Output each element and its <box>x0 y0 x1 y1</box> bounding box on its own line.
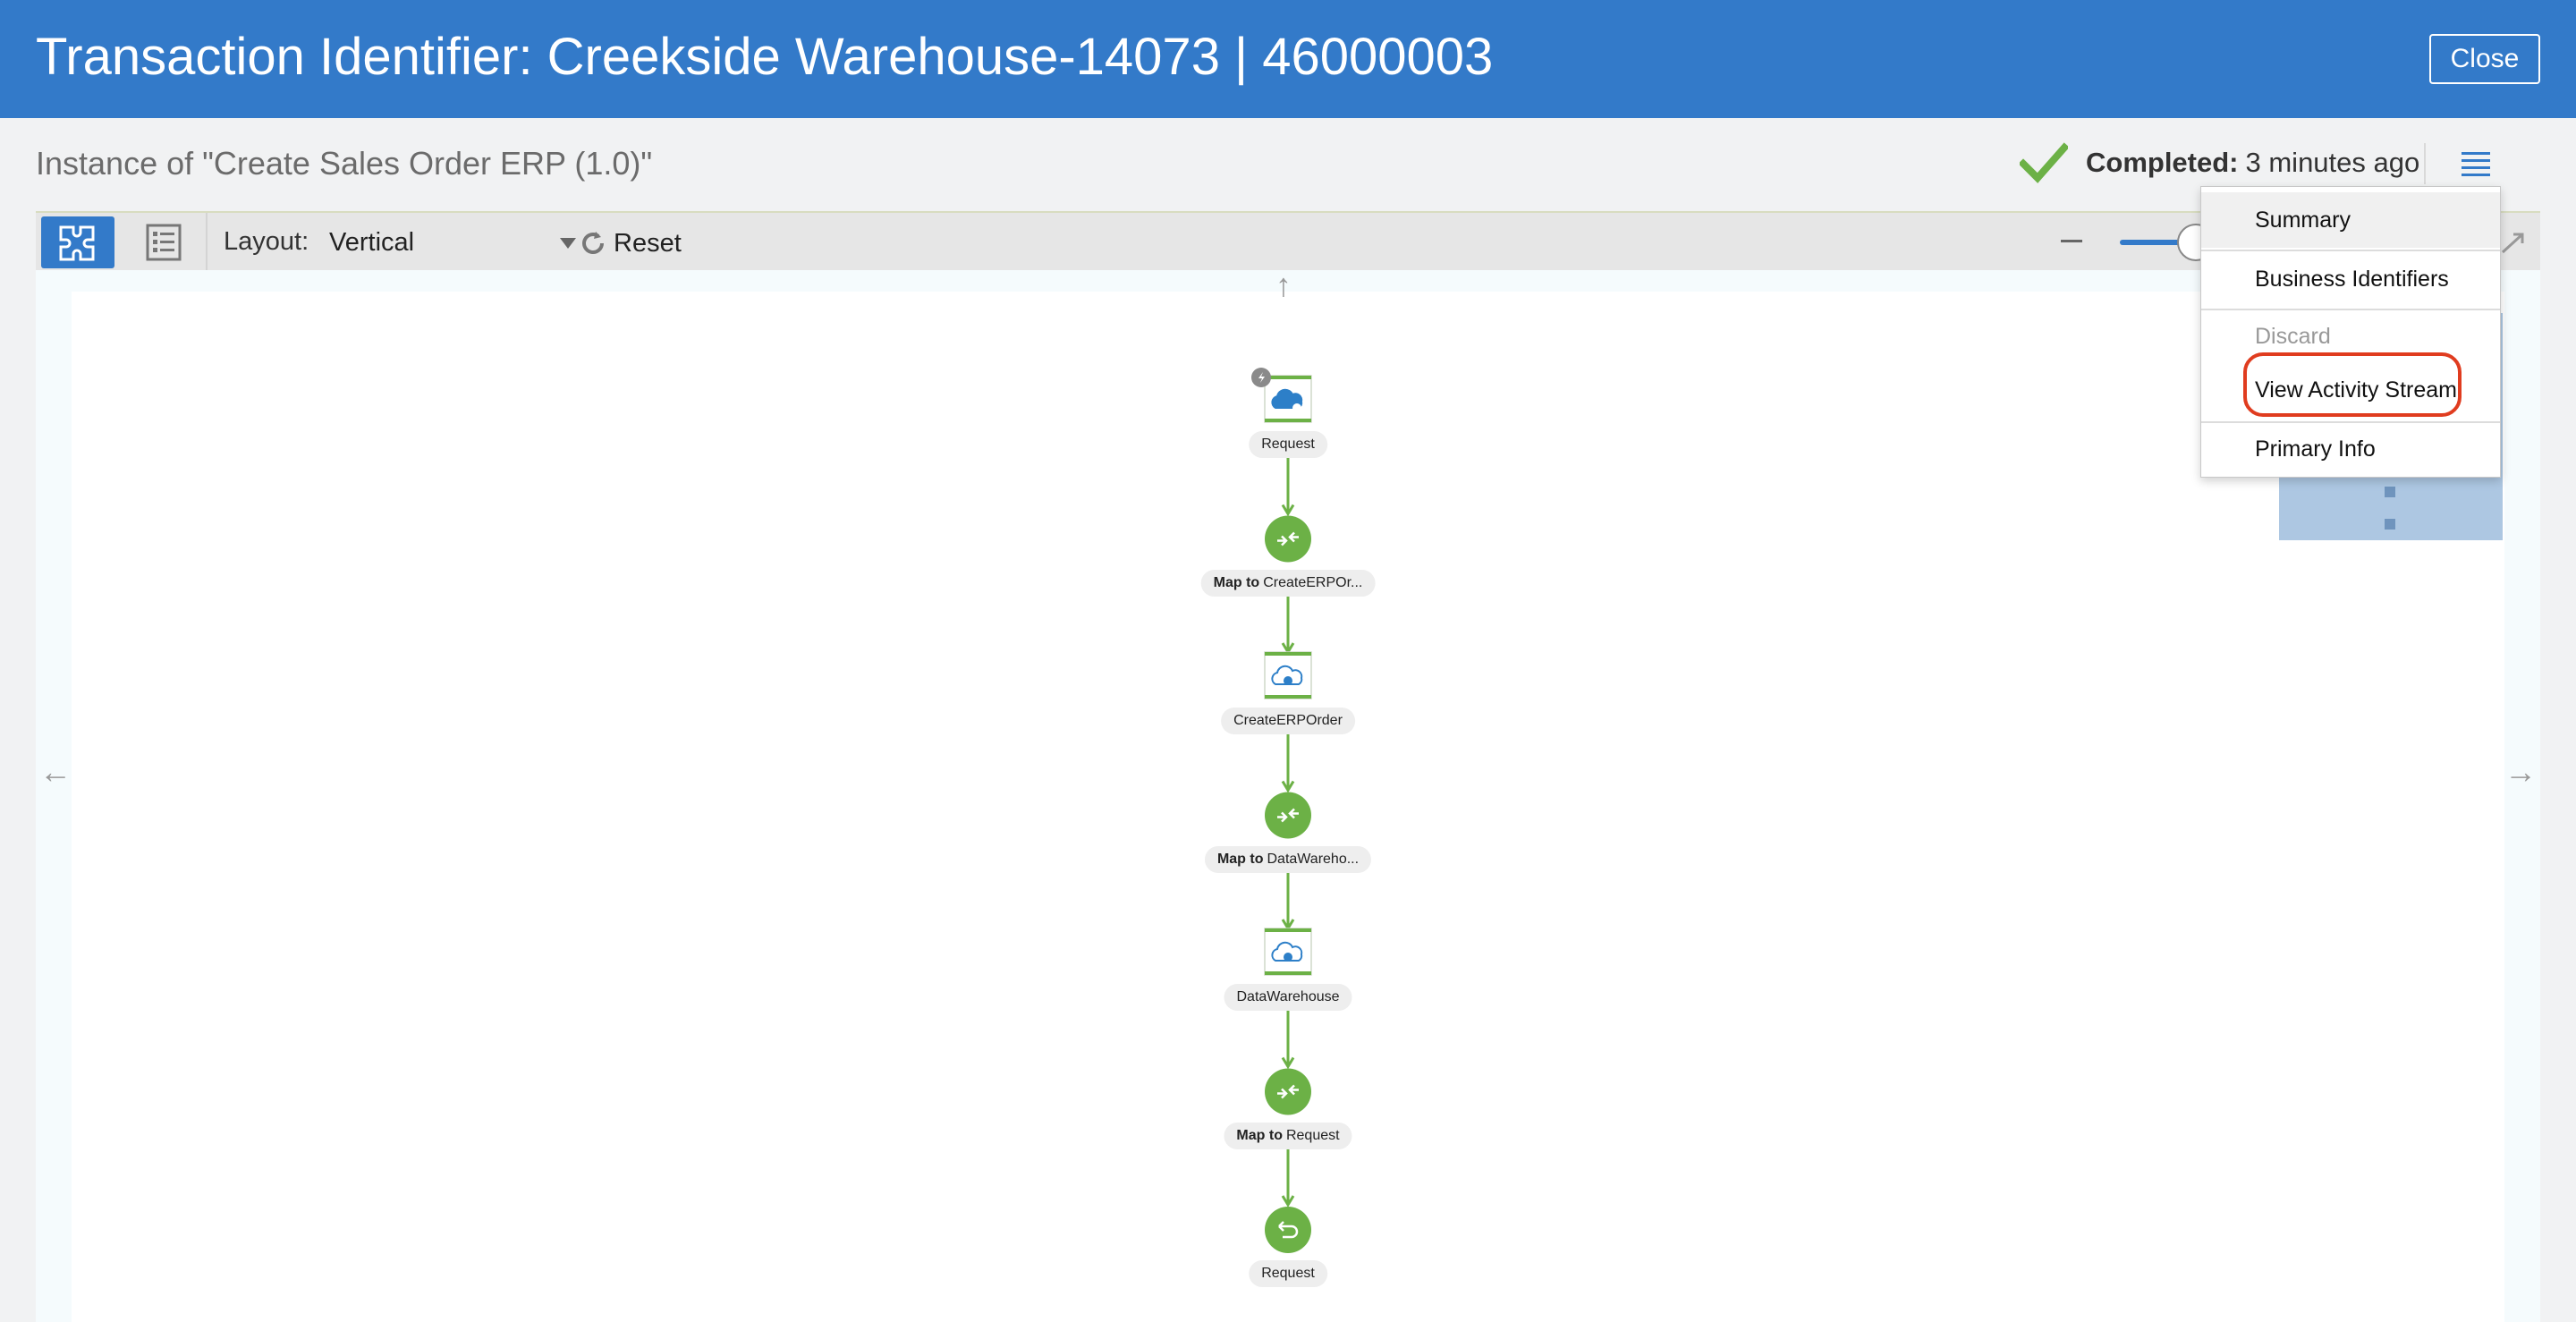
node-label-text: DataWarehouse <box>1236 989 1340 1004</box>
node-top-bar <box>1265 652 1311 656</box>
node-label-text: CreateERPOrder <box>1233 713 1343 728</box>
completion-status: Completed: 3 minutes ago <box>2020 138 2419 188</box>
zoom-out-icon[interactable] <box>2061 240 2082 242</box>
reset-label: Reset <box>614 228 682 258</box>
node-label[interactable]: Map to CreateERPOr... <box>1200 569 1376 597</box>
node-label[interactable]: Map to Request <box>1224 1122 1352 1149</box>
layout-dropdown[interactable]: Vertical <box>329 220 589 265</box>
header-divider <box>2424 143 2426 184</box>
instance-label: Instance of "Create Sales Order ERP (1.0… <box>36 145 653 182</box>
node-circle <box>1265 1207 1311 1253</box>
minimap-marker <box>2385 487 2395 497</box>
node-label-text: Request <box>1261 436 1315 452</box>
flow-node-invoke[interactable] <box>1264 928 1312 976</box>
pan-right-icon[interactable]: → <box>2504 753 2537 791</box>
status-time: 3 minutes ago <box>2245 147 2420 178</box>
transaction-title: Transaction Identifier: Creekside Wareho… <box>36 28 1494 86</box>
node-label-prefix: Map to <box>1236 1127 1283 1143</box>
node-label[interactable]: DataWarehouse <box>1224 984 1352 1011</box>
graph-view-button[interactable] <box>41 216 114 268</box>
checkmark-icon <box>2020 142 2068 183</box>
flow-node-return[interactable] <box>1265 1207 1311 1253</box>
node-bottom-bar <box>1265 695 1311 699</box>
menu-item-business-identifiers[interactable]: Business Identifiers <box>2201 251 2500 307</box>
node-label-text: DataWareho... <box>1267 851 1360 867</box>
menu-item-view-activity-stream[interactable]: View Activity Stream <box>2201 362 2500 418</box>
node-label-text: Request <box>1261 1266 1315 1281</box>
node-circle <box>1265 1068 1311 1115</box>
status-label: Completed: <box>2086 147 2239 178</box>
menu-item-discard: Discard <box>2255 323 2331 349</box>
flow-node-map[interactable] <box>1265 792 1311 839</box>
node-label[interactable]: Request <box>1249 431 1327 458</box>
node-box <box>1264 928 1312 976</box>
node-label-prefix: Map to <box>1216 851 1264 867</box>
instance-header: Instance of "Create Sales Order ERP (1.0… <box>0 118 2576 211</box>
pan-left-icon[interactable]: ← <box>39 753 72 791</box>
refresh-icon <box>582 232 604 254</box>
close-button[interactable]: Close <box>2429 34 2540 84</box>
chevron-down-icon <box>560 238 576 249</box>
expand-icon[interactable] <box>2497 229 2528 258</box>
node-circle <box>1265 792 1311 839</box>
node-box <box>1264 651 1312 699</box>
diagram-toolbar: Layout: Vertical Reset <box>36 211 2540 272</box>
node-bottom-bar <box>1265 971 1311 975</box>
minimap-marker <box>2385 519 2395 530</box>
node-label-prefix: Map to <box>1213 574 1260 590</box>
flow-node-map[interactable] <box>1265 515 1311 563</box>
actions-menu: Summary Business Identifiers Discard Vie… <box>2200 186 2501 478</box>
node-top-bar <box>1265 928 1311 932</box>
list-view-button[interactable] <box>127 216 200 268</box>
list-icon <box>146 224 182 261</box>
menu-item-summary[interactable]: Summary <box>2201 192 2500 248</box>
node-label[interactable]: Request <box>1249 1260 1327 1287</box>
layout-label: Layout: <box>224 227 309 256</box>
node-bottom-bar <box>1265 419 1311 422</box>
hamburger-menu-icon[interactable] <box>2453 143 2499 184</box>
reset-button[interactable]: Reset <box>578 224 682 263</box>
trigger-badge-icon <box>1251 368 1271 387</box>
node-label-text: CreateERPOr... <box>1263 574 1363 590</box>
flow-node-map[interactable] <box>1265 1068 1311 1115</box>
title-bar: Transaction Identifier: Creekside Wareho… <box>0 0 2576 118</box>
puzzle-icon <box>59 225 95 261</box>
layout-value: Vertical <box>329 227 415 257</box>
node-label[interactable]: CreateERPOrder <box>1221 708 1355 734</box>
node-circle <box>1265 515 1311 563</box>
node-label-text: Request <box>1285 1127 1340 1143</box>
pan-up-icon[interactable]: ↑ <box>1275 267 1292 304</box>
menu-item-primary-info[interactable]: Primary Info <box>2201 421 2500 477</box>
node-top-bar <box>1265 376 1311 379</box>
flow-node-invoke[interactable] <box>1264 651 1312 699</box>
toolbar-separator <box>206 213 208 272</box>
node-label[interactable]: Map to DataWareho... <box>1204 845 1372 873</box>
